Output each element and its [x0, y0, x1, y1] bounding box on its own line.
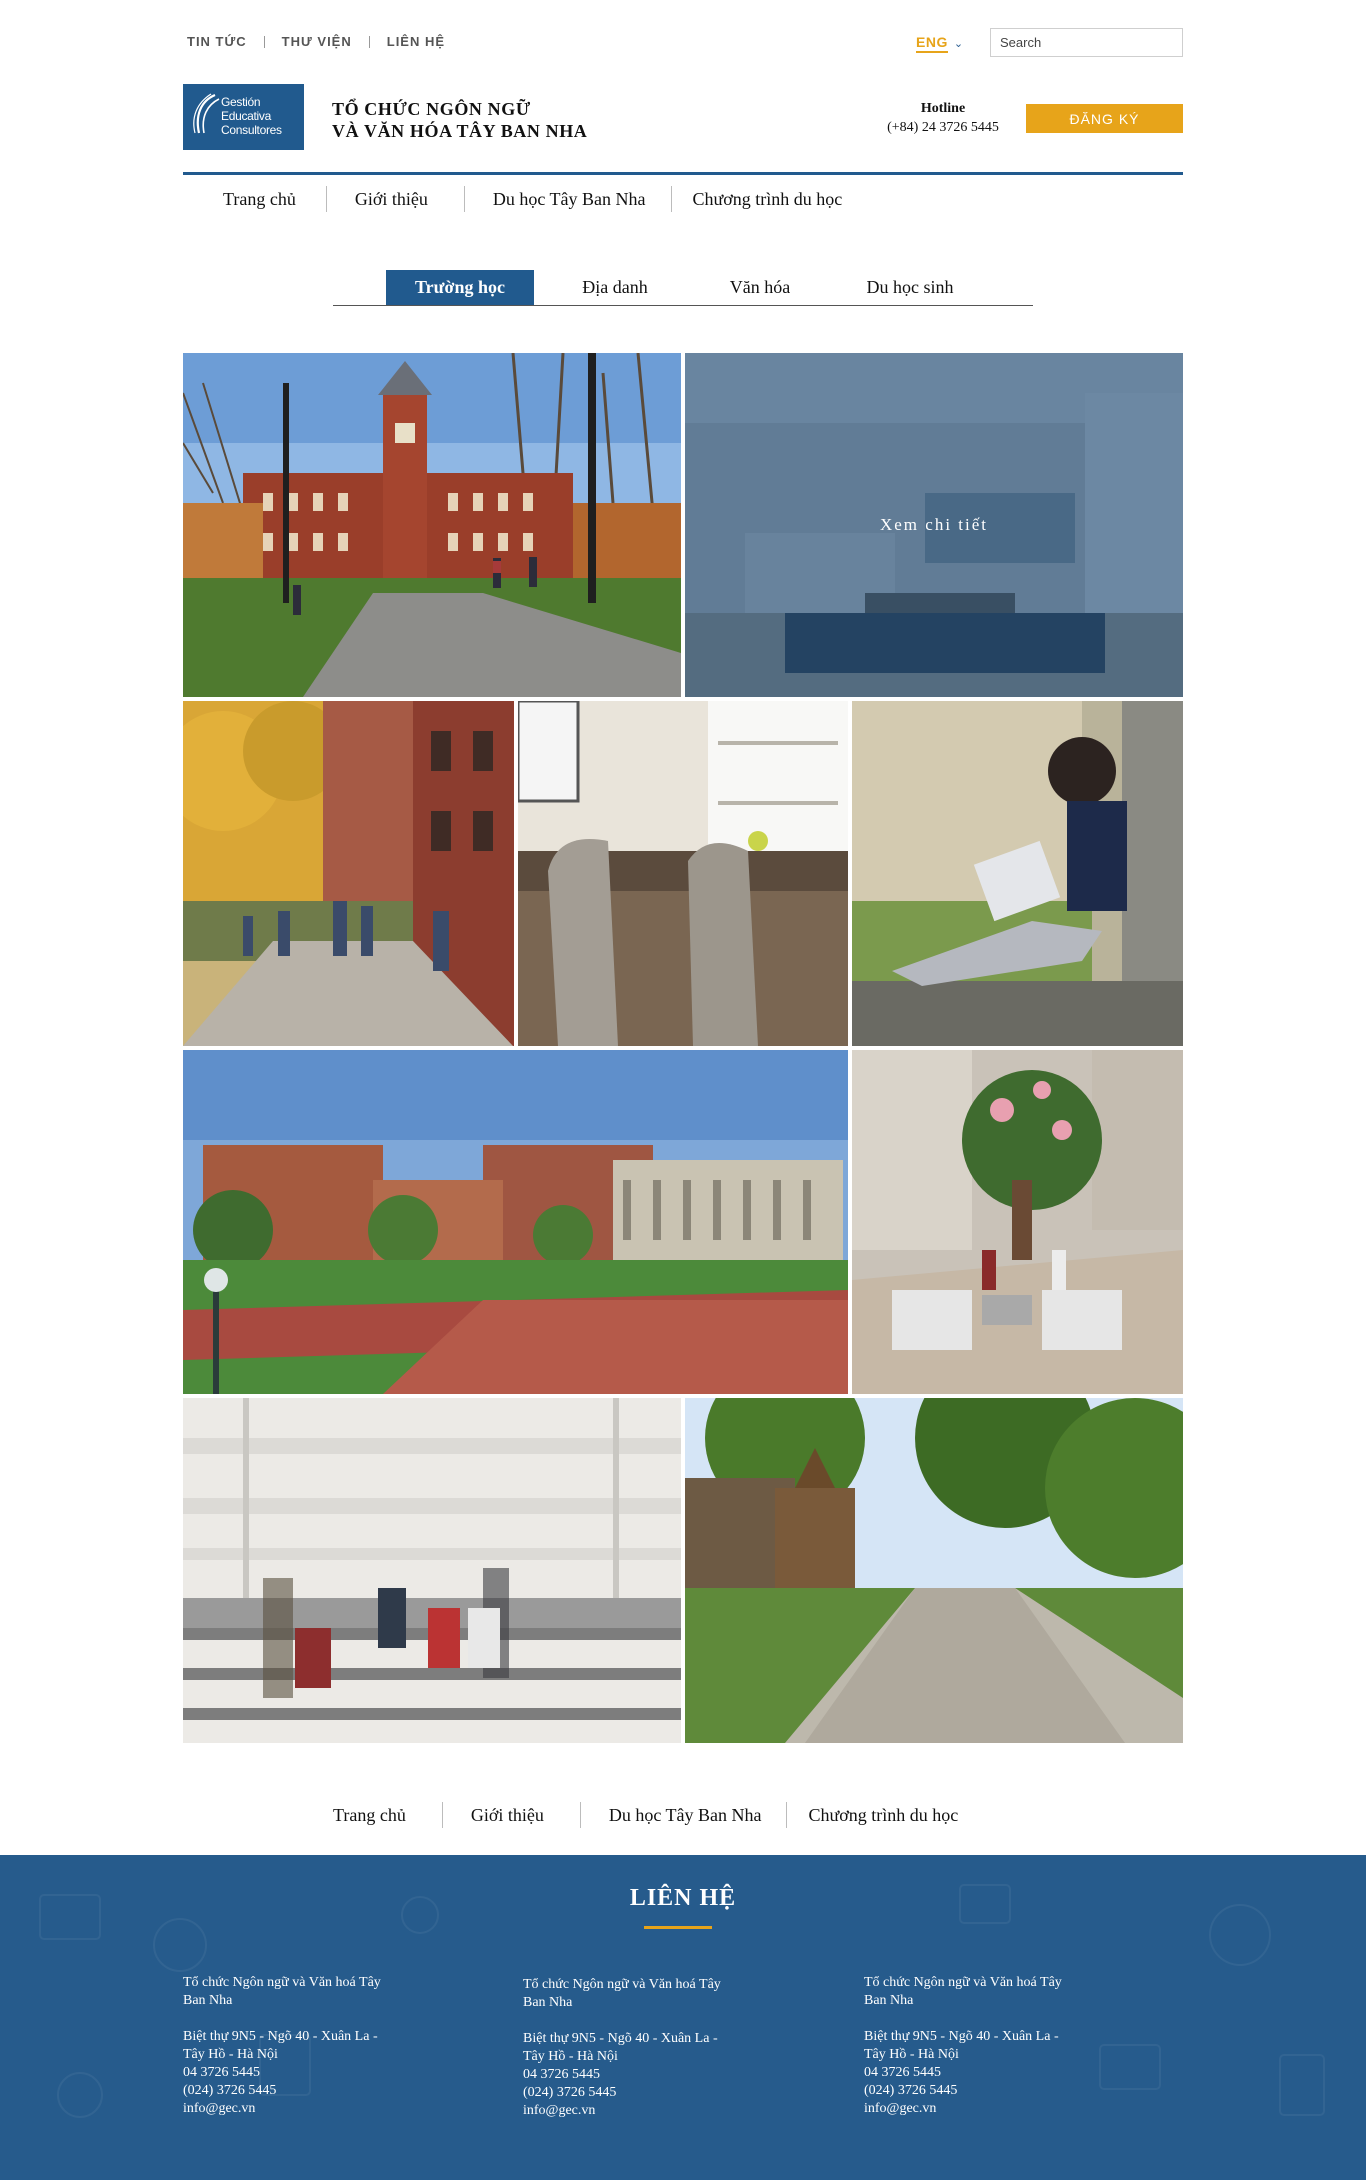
org-name: Tổ chức Ngôn ngữ và Văn hoá Tây — [183, 1975, 381, 1990]
org-name: Ban Nha — [864, 1993, 914, 2008]
contact-column: Tổ chức Ngôn ngữ và Văn hoá Tây Ban Nha … — [183, 1974, 443, 2118]
nav-separator — [670, 186, 672, 212]
photo-dining-room[interactable] — [518, 701, 848, 1046]
photo-student-laptop[interactable] — [852, 701, 1183, 1046]
logo[interactable]: Gestión Educativa Consultores — [183, 84, 304, 150]
photo-campus-walkway-autumn[interactable] — [183, 701, 514, 1046]
nav-separator — [579, 1802, 581, 1828]
logo-line: Consultores — [221, 123, 282, 137]
chevron-down-icon: ⌄ — [953, 38, 964, 50]
org-name: Ban Nha — [523, 1995, 573, 2010]
nav-separator — [441, 1802, 443, 1828]
footer-nav-programs[interactable]: Chương trình du học — [809, 1805, 959, 1826]
title-line-1: TỔ CHỨC NGÔN NGỮ — [332, 99, 531, 119]
phone[interactable]: (024) 3726 5445 — [523, 2084, 783, 2102]
photo-living-room[interactable]: Xem chi tiết — [685, 353, 1183, 697]
footer-nav-study-spain[interactable]: Du học Tây Ban Nha — [609, 1805, 762, 1826]
email[interactable]: info@gec.vn — [183, 2100, 443, 2118]
contact-column: Tổ chức Ngôn ngữ và Văn hoá Tây Ban Nha … — [523, 1976, 783, 2120]
nav-separator — [785, 1802, 787, 1828]
hotline-number[interactable]: (+84) 24 3726 5445 — [858, 118, 1028, 137]
contact-column: Tổ chức Ngôn ngữ và Văn hoá Tây Ban Nha … — [864, 1974, 1124, 2118]
nav-item-home[interactable]: Trang chủ — [223, 189, 296, 210]
nav-item-programs[interactable]: Chương trình du học — [693, 189, 843, 210]
logo-line: Educativa — [221, 109, 271, 123]
footer-nav-home[interactable]: Trang chủ — [333, 1805, 406, 1826]
address: Biệt thự 9N5 - Ngõ 40 - Xuân La - — [523, 2031, 718, 2046]
org-name: Ban Nha — [183, 1993, 233, 2008]
hotline-block: Hotline (+84) 24 3726 5445 — [858, 99, 1028, 137]
hotline-label: Hotline — [920, 101, 966, 116]
view-detail-label: Xem chi tiết — [879, 515, 989, 534]
phone[interactable]: (024) 3726 5445 — [183, 2082, 443, 2100]
main-nav: Trang chủ Giới thiệu Du học Tây Ban Nha … — [223, 186, 842, 212]
footer-nav: Trang chủ Giới thiệu Du học Tây Ban Nha … — [333, 1802, 958, 1828]
phone[interactable]: (024) 3726 5445 — [864, 2082, 1124, 2100]
tab-students[interactable]: Du học sinh — [850, 270, 970, 305]
hover-overlay[interactable]: Xem chi tiết — [685, 353, 1183, 697]
address: Tây Hồ - Hà Nội — [864, 2047, 959, 2062]
top-links: TIN TỨC THƯ VIỆN LIÊN HỆ — [187, 34, 445, 49]
photo-tree-lined-path[interactable] — [685, 1398, 1183, 1743]
nav-item-study-spain[interactable]: Du học Tây Ban Nha — [493, 189, 646, 210]
toplink-library[interactable]: THƯ VIỆN — [282, 34, 352, 49]
address: Biệt thự 9N5 - Ngõ 40 - Xuân La - — [183, 2029, 378, 2044]
nav-separator — [463, 186, 465, 212]
address: Biệt thự 9N5 - Ngõ 40 - Xuân La - — [864, 2029, 1059, 2044]
address: Tây Hồ - Hà Nội — [523, 2049, 618, 2064]
phone[interactable]: 04 3726 5445 — [183, 2064, 443, 2082]
organization-title: TỔ CHỨC NGÔN NGỮ VÀ VĂN HÓA TÂY BAN NHA — [332, 98, 587, 142]
footer-nav-about[interactable]: Giới thiệu — [471, 1805, 544, 1826]
logo-line: Gestión — [221, 95, 261, 109]
nav-separator — [325, 186, 327, 212]
photo-university-plaza[interactable] — [183, 1050, 848, 1394]
photo-atrium-students[interactable] — [183, 1398, 681, 1743]
tab-places[interactable]: Địa danh — [560, 270, 670, 305]
language-selector[interactable]: ENG ⌄ — [916, 34, 963, 53]
phone[interactable]: 04 3726 5445 — [523, 2066, 783, 2084]
divider — [263, 35, 265, 48]
photo-outdoor-lounge[interactable] — [852, 1050, 1183, 1394]
org-name: Tổ chức Ngôn ngữ và Văn hoá Tây — [523, 1977, 721, 1992]
nav-item-about[interactable]: Giới thiệu — [355, 189, 428, 210]
tab-culture[interactable]: Văn hóa — [710, 270, 810, 305]
email[interactable]: info@gec.vn — [523, 2102, 783, 2120]
footer-title-underline — [644, 1926, 712, 1929]
title-line-2: VÀ VĂN HÓA TÂY BAN NHA — [332, 121, 588, 141]
org-name: Tổ chức Ngôn ngữ và Văn hoá Tây — [864, 1975, 1062, 1990]
phone[interactable]: 04 3726 5445 — [864, 2064, 1124, 2082]
divider — [368, 35, 370, 48]
search-input[interactable] — [990, 28, 1183, 57]
language-label: ENG — [916, 34, 948, 53]
contact-footer: LIÊN HỆ Tổ chức Ngôn ngữ và Văn hoá Tây … — [0, 1855, 1366, 2180]
nav-divider — [183, 172, 1183, 175]
tab-schools[interactable]: Trường học — [386, 270, 534, 305]
toplink-news[interactable]: TIN TỨC — [187, 34, 247, 49]
register-button[interactable]: ĐĂNG KÝ — [1026, 104, 1183, 133]
photo-campus-clocktower[interactable] — [183, 353, 681, 697]
email[interactable]: info@gec.vn — [864, 2100, 1124, 2118]
footer-title: LIÊN HỆ — [629, 1885, 737, 1911]
logo-swoosh-icon — [193, 93, 220, 134]
address: Tây Hồ - Hà Nội — [183, 2047, 278, 2062]
toplink-contact[interactable]: LIÊN HỆ — [387, 34, 445, 49]
tabs-underline — [333, 305, 1033, 306]
logo-text: Gestión Educativa Consultores — [221, 95, 282, 137]
